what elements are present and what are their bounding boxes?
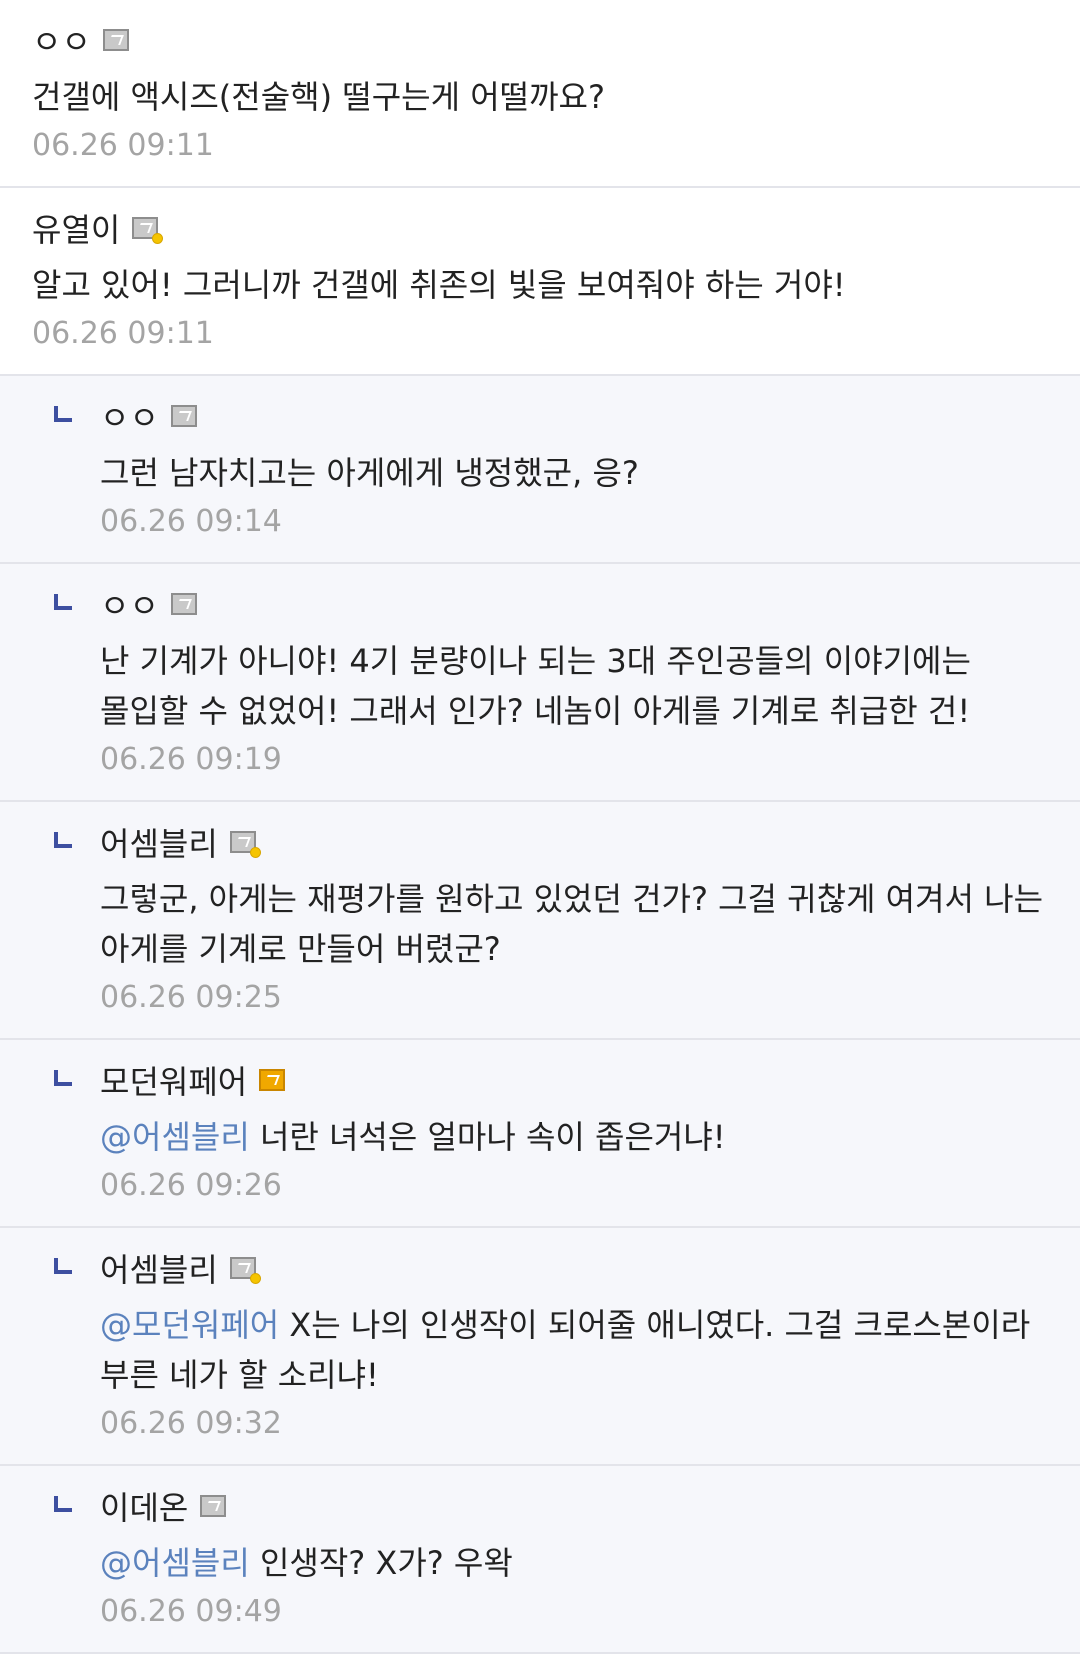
comment-header: 어셈블리: [100, 1246, 1060, 1290]
comment-timestamp: 06.26 09:11: [32, 316, 214, 351]
level-icon: [229, 1257, 261, 1284]
comment-list: ㅇㅇ 건갤에 액시즈(전술핵) 떨구는게 어떨까요? 06.26 09:11 유열이 알…: [0, 0, 1080, 1654]
reply-arrow-icon: [54, 594, 72, 610]
level-icon: [132, 217, 164, 244]
reply-arrow-icon: [54, 832, 72, 848]
comment-author[interactable]: ㅇㅇ: [100, 581, 159, 627]
comment: 유열이알고 있어! 그러니까 건갤에 취존의 빛을 보여줘야 하는 거야! 06.…: [0, 188, 1080, 376]
comment-message: 건갤에 액시즈(전술핵) 떨구는게 어떨까요?: [32, 78, 605, 116]
comment-text: 난 기계가 아니야! 4기 분량이나 되는 3대 주인공들의 이야기에는 몰입할…: [100, 636, 1060, 736]
level-icon: [229, 831, 261, 858]
comment-message: 그런 남자치고는 아게에게 냉정했군, 응?: [100, 454, 639, 492]
mention-link[interactable]: @어셈블리: [100, 1544, 250, 1582]
mention-link[interactable]: @모던워페어: [100, 1306, 279, 1344]
comment-header: 이데온: [100, 1484, 1060, 1528]
comment-author[interactable]: 어셈블리: [100, 1245, 218, 1291]
comment-text: 그런 남자치고는 아게에게 냉정했군, 응?: [100, 448, 1060, 498]
reply-arrow-icon: [54, 1496, 72, 1512]
comment-timestamp: 06.26 09:49: [100, 1594, 282, 1629]
comment-text: 건갤에 액시즈(전술핵) 떨구는게 어떨까요?: [32, 72, 1060, 122]
level-icon: [200, 1495, 227, 1517]
comment-text: @어셈블리 인생작? X가? 우왁: [100, 1538, 1060, 1588]
comment-message: 난 기계가 아니야! 4기 분량이나 되는 3대 주인공들의 이야기에는 몰입할…: [100, 642, 971, 730]
comment: ㅇㅇ 건갤에 액시즈(전술핵) 떨구는게 어떨까요? 06.26 09:11: [0, 0, 1080, 188]
comment-text: @어셈블리 너란 녀석은 얼마나 속이 좁은거냐!: [100, 1112, 1060, 1162]
comment-header: ㅇㅇ: [100, 582, 1060, 626]
comment-message: 너란 녀석은 얼마나 속이 좁은거냐!: [259, 1118, 726, 1156]
comment-header: 어셈블리: [100, 820, 1060, 864]
comment-header: ㅇㅇ: [32, 18, 1060, 62]
reply-comment: 이데온 @어셈블리 인생작? X가? 우왁 06.26 09:49: [0, 1466, 1080, 1654]
comment-author[interactable]: ㅇㅇ: [32, 17, 91, 63]
comment-message: 인생작? X가? 우왁: [259, 1544, 513, 1582]
comment-author[interactable]: 유열이: [32, 205, 120, 251]
comment-text: 그렇군, 아게는 재평가를 원하고 있었던 건가? 그걸 귀찮게 여겨서 나는 …: [100, 874, 1060, 974]
reply-comment: ㅇㅇ 난 기계가 아니야! 4기 분량이나 되는 3대 주인공들의 이야기에는 몰…: [0, 564, 1080, 802]
reply-arrow-icon: [54, 1258, 72, 1274]
comment-author[interactable]: 어셈블리: [100, 819, 218, 865]
comment-header: ㅇㅇ: [100, 394, 1060, 438]
comment-message: 알고 있어! 그러니까 건갤에 취존의 빛을 보여줘야 하는 거야!: [32, 266, 846, 304]
comment-timestamp: 06.26 09:32: [100, 1406, 282, 1441]
reply-arrow-icon: [54, 406, 72, 422]
level-icon: [259, 1069, 286, 1091]
reply-comment: ㅇㅇ 그런 남자치고는 아게에게 냉정했군, 응? 06.26 09:14: [0, 376, 1080, 564]
level-icon: [102, 29, 129, 51]
comment-header: 모던워페어: [100, 1058, 1060, 1102]
reply-comment: 모던워페어 @어셈블리 너란 녀석은 얼마나 속이 좁은거냐! 06.26 09:2…: [0, 1040, 1080, 1228]
comment-text: 알고 있어! 그러니까 건갤에 취존의 빛을 보여줘야 하는 거야!: [32, 260, 1060, 310]
comment-timestamp: 06.26 09:11: [32, 128, 214, 163]
mention-link[interactable]: @어셈블리: [100, 1118, 250, 1156]
comment-timestamp: 06.26 09:19: [100, 742, 282, 777]
comment-author[interactable]: 모던워페어: [100, 1057, 247, 1103]
level-icon: [170, 405, 197, 427]
comment-timestamp: 06.26 09:25: [100, 980, 282, 1015]
level-icon: [170, 593, 197, 615]
comment-timestamp: 06.26 09:26: [100, 1168, 282, 1203]
comment-message: 그렇군, 아게는 재평가를 원하고 있었던 건가? 그걸 귀찮게 여겨서 나는 …: [100, 880, 1044, 968]
reply-comment: 어셈블리 @모던워페어 X는 나의 인생작이 되어줄 애니였다. 그걸 크로스본이…: [0, 1228, 1080, 1466]
reply-comment: 어셈블리그렇군, 아게는 재평가를 원하고 있었던 건가? 그걸 귀찮게 여겨서…: [0, 802, 1080, 1040]
comment-author[interactable]: 이데온: [100, 1483, 188, 1529]
comment-text: @모던워페어 X는 나의 인생작이 되어줄 애니였다. 그걸 크로스본이라 부른…: [100, 1300, 1060, 1400]
comment-timestamp: 06.26 09:14: [100, 504, 282, 539]
comment-author[interactable]: ㅇㅇ: [100, 393, 159, 439]
comment-header: 유열이: [32, 206, 1060, 250]
reply-arrow-icon: [54, 1070, 72, 1086]
